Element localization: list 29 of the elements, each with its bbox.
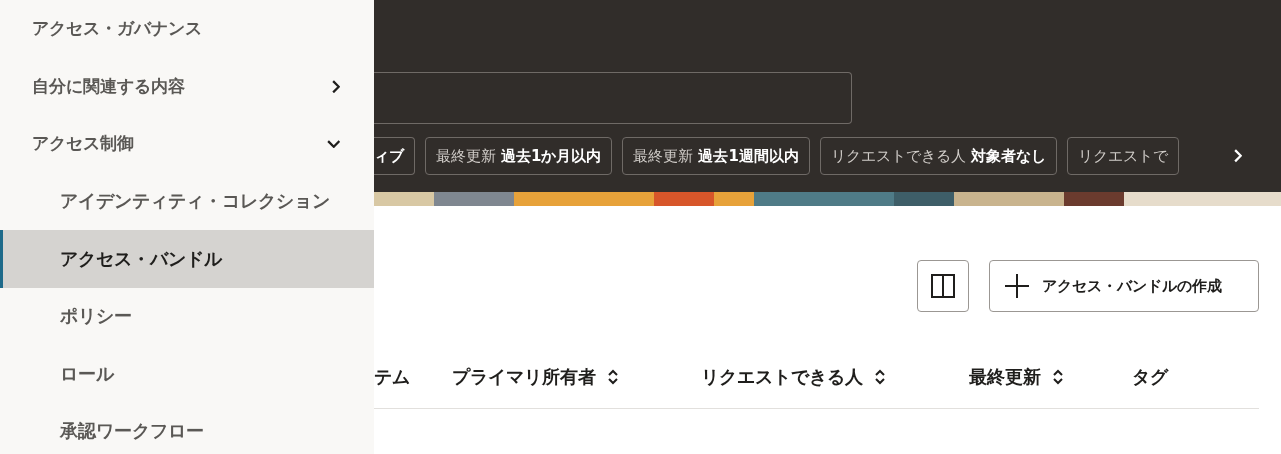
search-field[interactable] xyxy=(374,72,852,124)
column-header: テム xyxy=(374,365,410,389)
chevron-down-icon xyxy=(326,139,340,148)
columns-button[interactable] xyxy=(917,260,969,312)
columns-icon xyxy=(930,273,956,299)
sidebar-item[interactable]: アイデンティティ・コレクション xyxy=(0,172,374,230)
plus-icon xyxy=(1004,273,1030,299)
filter-chip[interactable]: 最終更新 過去1週間以内 xyxy=(622,137,810,175)
chevron-right-icon xyxy=(1234,149,1242,163)
chevron-right-icon xyxy=(332,79,340,93)
sidebar-item[interactable]: アクセス・バンドル xyxy=(0,230,374,288)
column-header: 最終更新 xyxy=(969,365,1041,389)
sort-icon[interactable] xyxy=(1051,368,1065,386)
column-header: プライマリ所有者 xyxy=(452,365,596,389)
filter-chip[interactable]: リクエストで xyxy=(1066,137,1179,175)
sidebar-item[interactable]: ロール xyxy=(0,345,374,403)
filter-chip[interactable]: 最終更新 過去1か月以内 xyxy=(425,137,613,175)
column-header: リクエストできる人 xyxy=(701,365,863,389)
column-header: タグ xyxy=(1132,365,1168,389)
sort-icon[interactable] xyxy=(873,368,887,386)
sidebar-item[interactable]: 承認ワークフロー xyxy=(0,402,374,454)
sidebar-item[interactable]: 自分に関連する内容 xyxy=(0,57,374,115)
sidebar-item[interactable]: ポリシー xyxy=(0,287,374,345)
sort-icon[interactable] xyxy=(606,368,620,386)
sidebar-item[interactable]: アクセス制御 xyxy=(0,115,374,173)
filter-chip[interactable]: ィブ xyxy=(374,137,415,175)
sidebar-heading: アクセス・ガバナンス xyxy=(31,17,203,41)
filter-chip[interactable]: リクエストできる人 対象者なし xyxy=(819,137,1057,175)
create-button[interactable]: アクセス・バンドルの作成 xyxy=(989,260,1259,312)
